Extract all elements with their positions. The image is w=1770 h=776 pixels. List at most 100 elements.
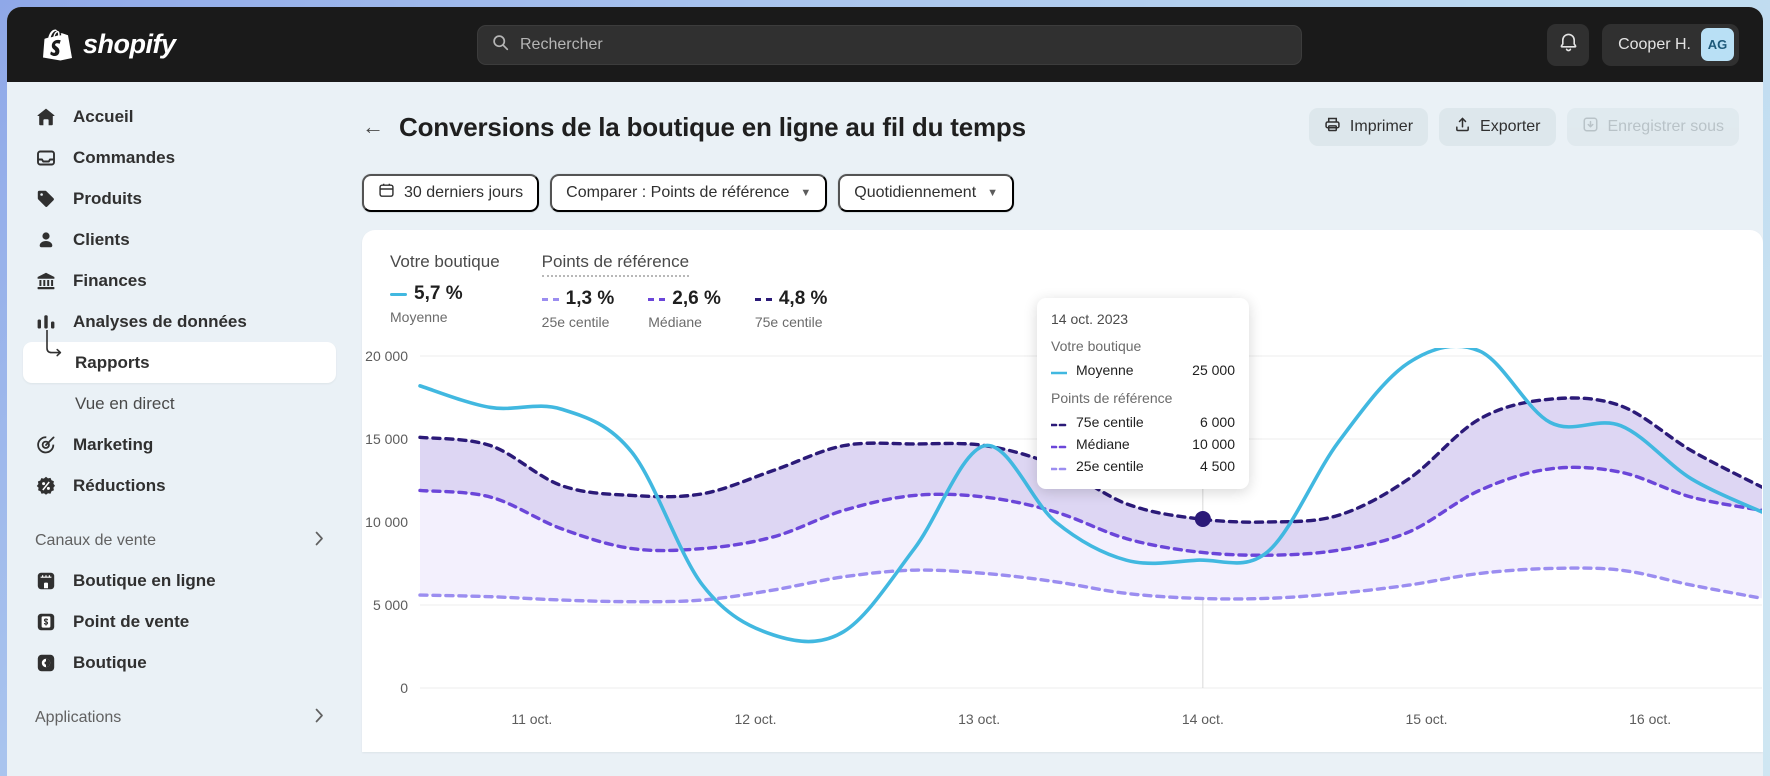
svg-text:5 000: 5 000 — [373, 597, 408, 613]
legend-swatch-dashed — [648, 297, 666, 301]
sidebar-section-label: Canaux de vente — [35, 532, 156, 549]
sidebar-item-label: Boutique en ligne — [73, 570, 216, 590]
bank-icon — [35, 270, 57, 292]
branch-arrow-icon — [44, 329, 64, 362]
target-cursor-icon — [35, 434, 57, 456]
save-icon — [1582, 116, 1599, 138]
date-range-filter[interactable]: 30 derniers jours — [362, 174, 540, 212]
notifications-button[interactable] — [1547, 23, 1590, 66]
avatar: AG — [1701, 28, 1734, 61]
sidebar-item-accueil[interactable]: Accueil — [23, 96, 336, 137]
sidebar-item-label: Boutique — [73, 652, 147, 672]
sidebar-item-reductions[interactable]: Réductions — [23, 465, 336, 506]
sidebar-item-boutique-en-ligne[interactable]: Boutique en ligne — [23, 560, 336, 601]
chart-highlight-point — [1194, 510, 1211, 527]
legend-label: Moyenne — [390, 309, 448, 325]
sidebar-item-label: Clients — [73, 229, 130, 249]
tooltip-row-label: 75e centile — [1076, 414, 1144, 430]
legend-swatch-dashed — [754, 297, 772, 301]
svg-text:11 oct.: 11 oct. — [511, 711, 552, 727]
body-row: Accueil Commandes Produits Clients Finan… — [7, 82, 1763, 776]
legend-value: 5,7 % — [414, 283, 463, 304]
legend-group-store-title: Votre boutique — [390, 252, 500, 271]
chart-x-axis-labels: 11 oct. 12 oct. 13 oct. 14 oct. 15 oct. 16 oc… — [511, 711, 1671, 727]
chevron-down-icon: ▼ — [987, 187, 999, 199]
tooltip-row-value: 25 000 — [1192, 362, 1235, 378]
shopify-wordmark: shopify — [83, 29, 176, 59]
svg-text:15 oct.: 15 oct. — [1405, 711, 1447, 727]
shopify-bag-icon — [43, 29, 73, 61]
user-name: Cooper H. — [1618, 35, 1691, 53]
shopify-logo[interactable]: shopify — [7, 29, 367, 61]
svg-text:16 oct.: 16 oct. — [1629, 711, 1671, 727]
tooltip-row-25e-centile: 25e centile 4 500 — [1049, 455, 1235, 477]
chevron-right-icon — [315, 531, 324, 551]
print-button-label: Imprimer — [1349, 118, 1414, 135]
chart-card: Votre boutique 5,7 % Moyenne Points de r… — [362, 230, 1763, 752]
svg-text:20 000: 20 000 — [365, 348, 408, 364]
tooltip-row-75e-centile: 75e centile 6 000 — [1049, 411, 1235, 433]
sidebar-item-rapports[interactable]: Rapports — [23, 329, 336, 383]
storefront-icon — [35, 570, 57, 592]
legend-group-benchmark-title[interactable]: Points de référence — [541, 252, 690, 277]
save-as-button[interactable]: Enregistrer sous — [1566, 108, 1739, 146]
sidebar-item-boutique[interactable]: Boutique — [23, 642, 336, 683]
person-icon — [35, 229, 57, 251]
filter-bar: 30 derniers jours Comparer : Points de r… — [352, 148, 1763, 212]
legend-item-25e-centile: 1,3 % 25e centile — [541, 288, 614, 330]
tooltip-row-moyenne: Moyenne 25 000 — [1049, 359, 1235, 381]
save-as-button-label: Enregistrer sous — [1607, 118, 1725, 135]
chart-tooltip: 14 oct. 2023 Votre boutique Moyenne 25 0… — [1037, 298, 1249, 489]
tooltip-row-mediane: Médiane 10 000 — [1049, 433, 1235, 455]
topbar-right-group: Cooper H. AG — [1547, 23, 1739, 66]
pos-receipt-icon — [35, 611, 57, 633]
tooltip-swatch-dashed — [1049, 436, 1069, 452]
page-title: Conversions de la boutique en ligne au f… — [399, 111, 1026, 142]
tooltip-group-benchmark: Points de référence — [1051, 390, 1173, 406]
sidebar-item-clients[interactable]: Clients — [23, 219, 336, 260]
granularity-filter[interactable]: Quotidiennement ▼ — [838, 174, 1015, 212]
header-actions: Imprimer Exporter Enregistrer sous — [1308, 108, 1739, 146]
arrow-left-icon[interactable]: ← — [362, 116, 384, 138]
print-button[interactable]: Imprimer — [1308, 108, 1429, 146]
sidebar-item-vue-en-direct[interactable]: Vue en direct — [23, 383, 336, 424]
svg-text:12 oct.: 12 oct. — [734, 711, 776, 727]
home-icon — [35, 106, 57, 128]
sidebar-item-commandes[interactable]: Commandes — [23, 137, 336, 178]
sidebar-item-label: Accueil — [73, 106, 134, 126]
sidebar-item-marketing[interactable]: Marketing — [23, 424, 336, 465]
sidebar-item-label: Rapports — [75, 352, 150, 372]
svg-text:14 oct.: 14 oct. — [1182, 711, 1224, 727]
sidebar-item-produits[interactable]: Produits — [23, 178, 336, 219]
user-menu-button[interactable]: Cooper H. AG — [1602, 23, 1739, 66]
sidebar-item-label: Commandes — [73, 147, 176, 167]
date-range-filter-label: 30 derniers jours — [404, 184, 524, 201]
sidebar: Accueil Commandes Produits Clients Finan… — [7, 82, 352, 776]
search-input[interactable]: Rechercher — [477, 24, 1302, 65]
legend-value: 4,8 % — [778, 288, 828, 309]
sidebar-item-label: Analyses de données — [73, 311, 247, 331]
sidebar-item-analyses[interactable]: Analyses de données — [23, 301, 336, 342]
search-icon — [492, 34, 509, 56]
compare-filter[interactable]: Comparer : Points de référence ▼ — [550, 174, 828, 212]
sidebar-item-finances[interactable]: Finances — [23, 260, 336, 301]
tooltip-date: 14 oct. 2023 — [1051, 311, 1129, 327]
legend-value: 2,6 % — [672, 288, 721, 309]
sidebar-section-canaux-de-vente[interactable]: Canaux de vente — [23, 522, 336, 560]
legend-group-store: Votre boutique 5,7 % Moyenne — [390, 252, 500, 330]
legend-label: 75e centile — [754, 314, 823, 330]
sidebar-item-label: Marketing — [73, 434, 154, 454]
sidebar-section-applications[interactable]: Applications — [23, 699, 336, 737]
sidebar-item-point-de-vente[interactable]: Point de vente — [23, 601, 336, 642]
legend-item-75e-centile: 4,8 % 75e centile — [754, 288, 828, 330]
legend-item-mediane: 2,6 % Médiane — [648, 288, 721, 330]
sidebar-item-label: Vue en direct — [75, 393, 175, 413]
sidebar-item-label: Point de vente — [73, 611, 190, 631]
chart-y-axis-labels: 0 5 000 10 000 15 000 20 000 — [365, 348, 408, 696]
legend-swatch-dashed — [541, 297, 559, 301]
tooltip-row-label: Moyenne — [1076, 362, 1134, 378]
legend-label: Médiane — [648, 314, 702, 330]
shop-app-icon — [35, 652, 57, 674]
printer-icon — [1324, 116, 1341, 138]
export-button[interactable]: Exporter — [1439, 108, 1556, 146]
